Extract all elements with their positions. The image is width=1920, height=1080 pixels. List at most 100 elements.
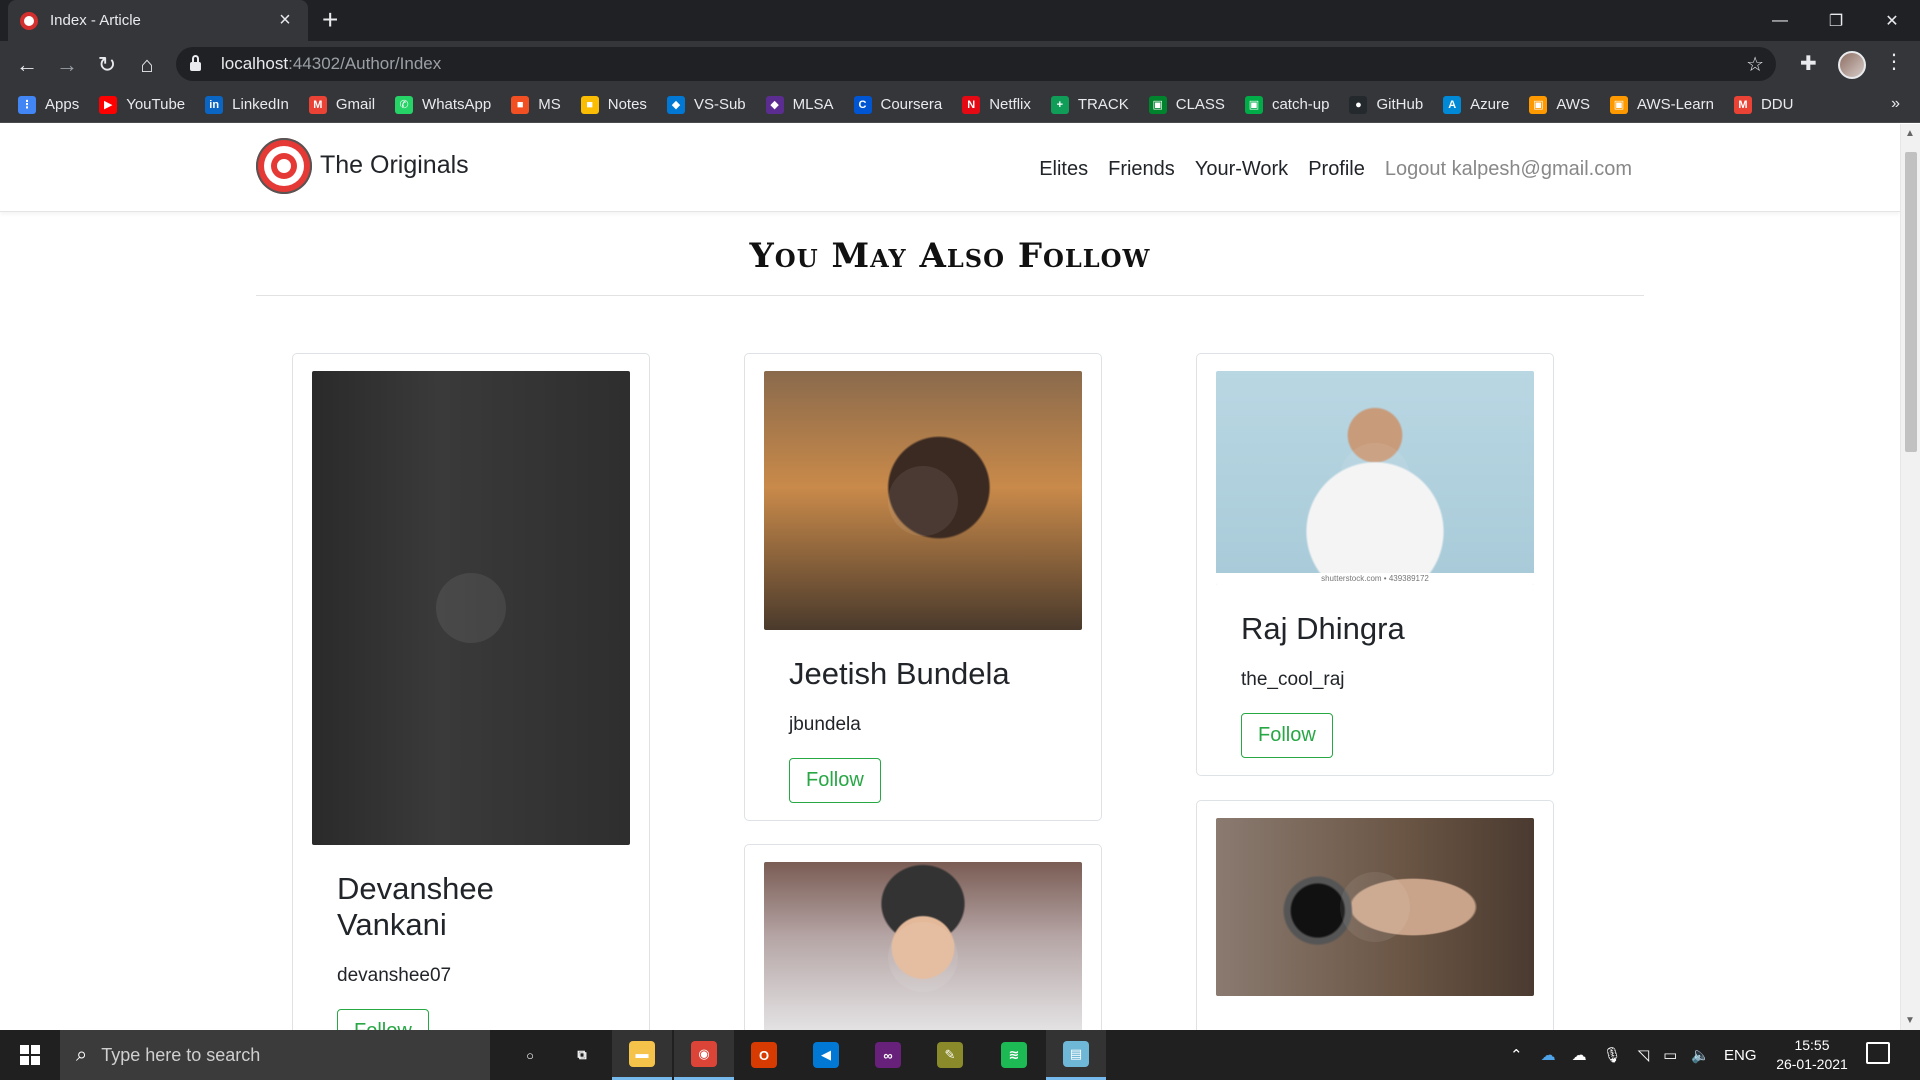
page-scrollbar[interactable]: ▲ ▼ xyxy=(1900,124,1920,1030)
bookmark-vs-sub[interactable]: ◆ VS-Sub xyxy=(666,95,746,114)
taskbar-vscode-button[interactable]: ◀ xyxy=(796,1030,856,1080)
system-tray: ⌃ ☁ ☁ 🎙 ◹ ▭ 🔈 ENG xyxy=(1510,1030,1757,1080)
lock-icon[interactable] xyxy=(190,55,201,71)
nav-link-profile[interactable]: Profile xyxy=(1308,158,1365,181)
chevron-up-icon[interactable]: ⌃ xyxy=(1510,1046,1523,1064)
bookmark-aws-icon: ▣ xyxy=(1529,95,1548,114)
bookmark-whatsapp[interactable]: ✆ WhatsApp xyxy=(395,95,491,114)
taskbar-tool-button[interactable]: ✎ xyxy=(920,1030,980,1080)
bookmark-aws[interactable]: ▣ AWS xyxy=(1529,95,1590,114)
scroll-down-icon[interactable]: ▼ xyxy=(1905,1015,1915,1026)
bookmark-label: MS xyxy=(538,96,561,113)
section-title: You May Also Follow xyxy=(749,236,1151,276)
follow-button[interactable]: Follow xyxy=(789,758,881,803)
author-username: devanshee07 xyxy=(337,965,452,986)
bookmark-linkedin-icon: in xyxy=(205,95,224,114)
scroll-up-icon[interactable]: ▲ xyxy=(1905,128,1915,139)
follow-button[interactable]: Follow xyxy=(1241,713,1333,758)
new-tab-button[interactable]: + xyxy=(322,4,338,36)
close-window-button[interactable]: ✕ xyxy=(1864,0,1920,41)
bookmark-notes[interactable]: ■ Notes xyxy=(580,95,647,114)
bookmark-whatsapp-icon: ✆ xyxy=(395,95,414,114)
address-bar[interactable]: localhost :44302/Author/Index ☆ xyxy=(176,47,1776,81)
minimize-button[interactable]: — xyxy=(1752,0,1808,41)
taskbar-visual-studio-button[interactable]: ∞ xyxy=(858,1030,918,1080)
bookmark-mlsa-icon: ◆ xyxy=(765,95,784,114)
visual-studio-icon: ∞ xyxy=(875,1042,901,1068)
onedrive-icon[interactable]: ☁ xyxy=(1541,1046,1556,1064)
site-navbar: The Originals Elites Friends Your-Work P… xyxy=(0,124,1900,212)
bookmark-apps[interactable]: ⋮ Apps xyxy=(18,95,79,114)
notifications-icon[interactable] xyxy=(1866,1042,1890,1064)
bookmark-label: AWS xyxy=(1556,96,1590,113)
battery-icon[interactable]: ▭ xyxy=(1663,1046,1677,1064)
bookmark-coursera[interactable]: C Coursera xyxy=(853,95,942,114)
taskbar-task-view-button[interactable]: ⧉ xyxy=(552,1030,612,1080)
bookmark-github[interactable]: ● GitHub xyxy=(1349,95,1423,114)
taskbar-search[interactable]: ⌕ Type here to search xyxy=(60,1030,490,1080)
bookmark-notes-icon: ■ xyxy=(580,95,599,114)
tab-close-icon[interactable]: × xyxy=(274,9,296,32)
brand-name[interactable]: The Originals xyxy=(320,151,469,180)
author-card xyxy=(1196,800,1554,1030)
browser-menu-icon[interactable]: ⋮ xyxy=(1884,49,1904,74)
follow-button[interactable]: Follow xyxy=(337,1009,429,1030)
bookmark-aws-learn[interactable]: ▣ AWS-Learn xyxy=(1609,95,1714,114)
brand-logo-icon[interactable] xyxy=(256,138,312,194)
bookmark-netflix[interactable]: N Netflix xyxy=(962,95,1031,114)
microphone-icon[interactable]: 🎙 xyxy=(1603,1046,1622,1064)
bookmark-class[interactable]: ▣ CLASS xyxy=(1148,95,1225,114)
taskbar-cortana-button[interactable]: ○ xyxy=(500,1030,560,1080)
reload-button[interactable]: ↻ xyxy=(92,50,122,80)
nav-link-elites[interactable]: Elites xyxy=(1039,158,1088,181)
bookmark-ddu[interactable]: M DDU xyxy=(1733,95,1793,114)
bookmark-youtube[interactable]: ▶ YouTube xyxy=(99,95,185,114)
extensions-puzzle-icon[interactable]: ✚ xyxy=(1800,51,1817,76)
taskbar-notepad-button[interactable]: ▤ xyxy=(1046,1030,1106,1080)
author-photo xyxy=(312,371,630,845)
cloud-icon[interactable]: ☁ xyxy=(1572,1046,1587,1064)
back-button[interactable]: ← xyxy=(12,50,42,80)
page-viewport: The Originals Elites Friends Your-Work P… xyxy=(0,124,1900,1030)
browser-tab[interactable]: Index - Article × xyxy=(8,0,308,41)
nav-link-your-work[interactable]: Your-Work xyxy=(1195,158,1288,181)
clock-date: 26-01-2021 xyxy=(1776,1056,1848,1072)
language-indicator[interactable]: ENG xyxy=(1724,1047,1757,1064)
start-button[interactable] xyxy=(0,1030,60,1080)
bookmark-class-icon: ▣ xyxy=(1148,95,1167,114)
home-button[interactable]: ⌂ xyxy=(132,50,162,80)
logout-link[interactable]: Logout kalpesh@gmail.com xyxy=(1385,158,1632,181)
taskbar-chrome-button[interactable]: ◉ xyxy=(674,1030,734,1080)
taskbar-spotify-button[interactable]: ≋ xyxy=(984,1030,1044,1080)
image-watermark: shutterstock.com • 439389172 xyxy=(1216,573,1534,585)
forward-button[interactable]: → xyxy=(52,50,82,80)
bookmark-linkedin[interactable]: in LinkedIn xyxy=(205,95,289,114)
portrait-icon xyxy=(888,465,958,536)
bookmarks-overflow-icon[interactable]: » xyxy=(1891,95,1900,113)
network-icon[interactable]: ◹ xyxy=(1638,1046,1650,1064)
windows-logo-icon xyxy=(20,1045,40,1065)
author-photo xyxy=(1216,818,1534,996)
bookmark-track-icon: + xyxy=(1050,95,1069,114)
bookmark-track[interactable]: + TRACK xyxy=(1050,95,1129,114)
vscode-icon: ◀ xyxy=(813,1042,839,1068)
bookmark-ms[interactable]: ■ MS xyxy=(511,95,561,114)
bookmark-star-icon[interactable]: ☆ xyxy=(1746,52,1764,77)
bookmark-mlsa[interactable]: ◆ MLSA xyxy=(765,95,834,114)
bookmark-azure[interactable]: A Azure xyxy=(1443,95,1509,114)
nav-link-friends[interactable]: Friends xyxy=(1108,158,1175,181)
volume-icon[interactable]: 🔈 xyxy=(1691,1046,1710,1064)
profile-avatar[interactable] xyxy=(1838,51,1866,79)
author-card xyxy=(744,844,1102,1030)
clock[interactable]: 15:55 26-01-2021 xyxy=(1762,1036,1862,1074)
author-photo: shutterstock.com • 439389172 xyxy=(1216,371,1534,585)
scrollbar-thumb[interactable] xyxy=(1905,152,1917,452)
taskbar-file-explorer-button[interactable]: ▬ xyxy=(612,1030,672,1080)
restore-button[interactable]: ❐ xyxy=(1808,0,1864,41)
portrait-icon xyxy=(888,922,958,992)
taskbar-office-button[interactable]: O xyxy=(734,1030,794,1080)
bookmark-label: Notes xyxy=(607,96,647,113)
bookmark-catch-up[interactable]: ▣ catch-up xyxy=(1244,95,1329,114)
bookmark-gmail[interactable]: M Gmail xyxy=(308,95,375,114)
nav-links: Elites Friends Your-Work Profile Logout … xyxy=(1019,158,1632,181)
